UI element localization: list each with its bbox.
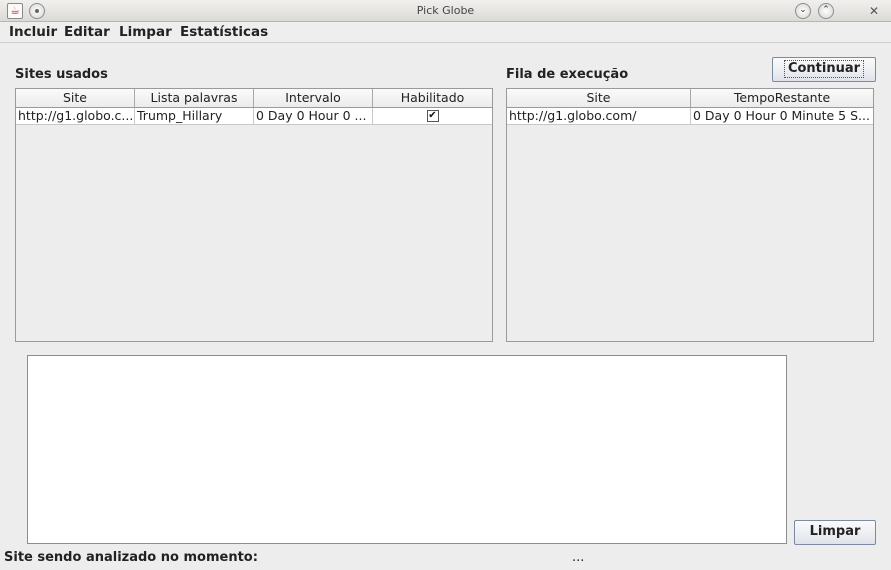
sites-usados-label: Sites usados xyxy=(15,67,108,82)
cell-tempo-restante[interactable]: 0 Day 0 Hour 0 Minute 5 S... xyxy=(691,108,873,124)
window-title: Pick Globe xyxy=(416,4,475,17)
column-header-habilitado[interactable]: Habilitado xyxy=(373,89,492,107)
close-icon[interactable]: ✕ xyxy=(866,3,882,19)
cell-habilitado[interactable]: ✔ xyxy=(373,108,492,124)
checkbox-checked-icon[interactable]: ✔ xyxy=(426,110,439,122)
maximize-icon[interactable]: ⌃ xyxy=(818,3,834,19)
title-bar: ☕ Pick Globe ⌄ ⌃ ✕ xyxy=(0,0,891,22)
menu-incluir[interactable]: Incluir xyxy=(9,24,57,40)
sites-table[interactable]: Site Lista palavras Intervalo Habilitado… xyxy=(15,88,493,342)
table-row[interactable]: http://g1.globo.com/ 0 Day 0 Hour 0 Minu… xyxy=(507,108,873,125)
column-header-tempo-restante[interactable]: TempoRestante xyxy=(691,89,873,107)
sites-table-header: Site Lista palavras Intervalo Habilitado xyxy=(16,89,492,108)
minimize-icon[interactable]: ⌄ xyxy=(795,3,811,19)
menu-estatisticas[interactable]: Estatísticas xyxy=(180,24,268,40)
queue-table-header: Site TempoRestante xyxy=(507,89,873,108)
status-label: Site sendo analizado no momento: xyxy=(4,550,258,565)
column-header-lista-palavras[interactable]: Lista palavras xyxy=(135,89,254,107)
column-header-site[interactable]: Site xyxy=(16,89,135,107)
fila-execucao-label: Fila de execução xyxy=(506,67,629,82)
queue-table[interactable]: Site TempoRestante http://g1.globo.com/ … xyxy=(506,88,874,342)
cell-site[interactable]: http://g1.globo.c... xyxy=(16,108,135,124)
column-header-intervalo[interactable]: Intervalo xyxy=(254,89,373,107)
cell-site[interactable]: http://g1.globo.com/ xyxy=(507,108,691,124)
continuar-button[interactable]: Continuar xyxy=(772,57,876,82)
limpar-button[interactable]: Limpar xyxy=(794,520,876,545)
log-text-area[interactable] xyxy=(27,355,787,544)
limpar-button-label: Limpar xyxy=(809,524,861,539)
menu-limpar[interactable]: Limpar xyxy=(119,24,172,40)
menu-editar[interactable]: Editar xyxy=(64,24,110,40)
cell-lista-palavras[interactable]: Trump_Hillary xyxy=(135,108,254,124)
menu-bar: Incluir Editar Limpar Estatísticas xyxy=(0,22,891,43)
continuar-button-label: Continuar xyxy=(783,60,865,78)
table-row[interactable]: http://g1.globo.c... Trump_Hillary 0 Day… xyxy=(16,108,492,125)
cell-intervalo[interactable]: 0 Day 0 Hour 0 ... xyxy=(254,108,373,124)
status-value: ... xyxy=(572,550,585,565)
column-header-site[interactable]: Site xyxy=(507,89,691,107)
